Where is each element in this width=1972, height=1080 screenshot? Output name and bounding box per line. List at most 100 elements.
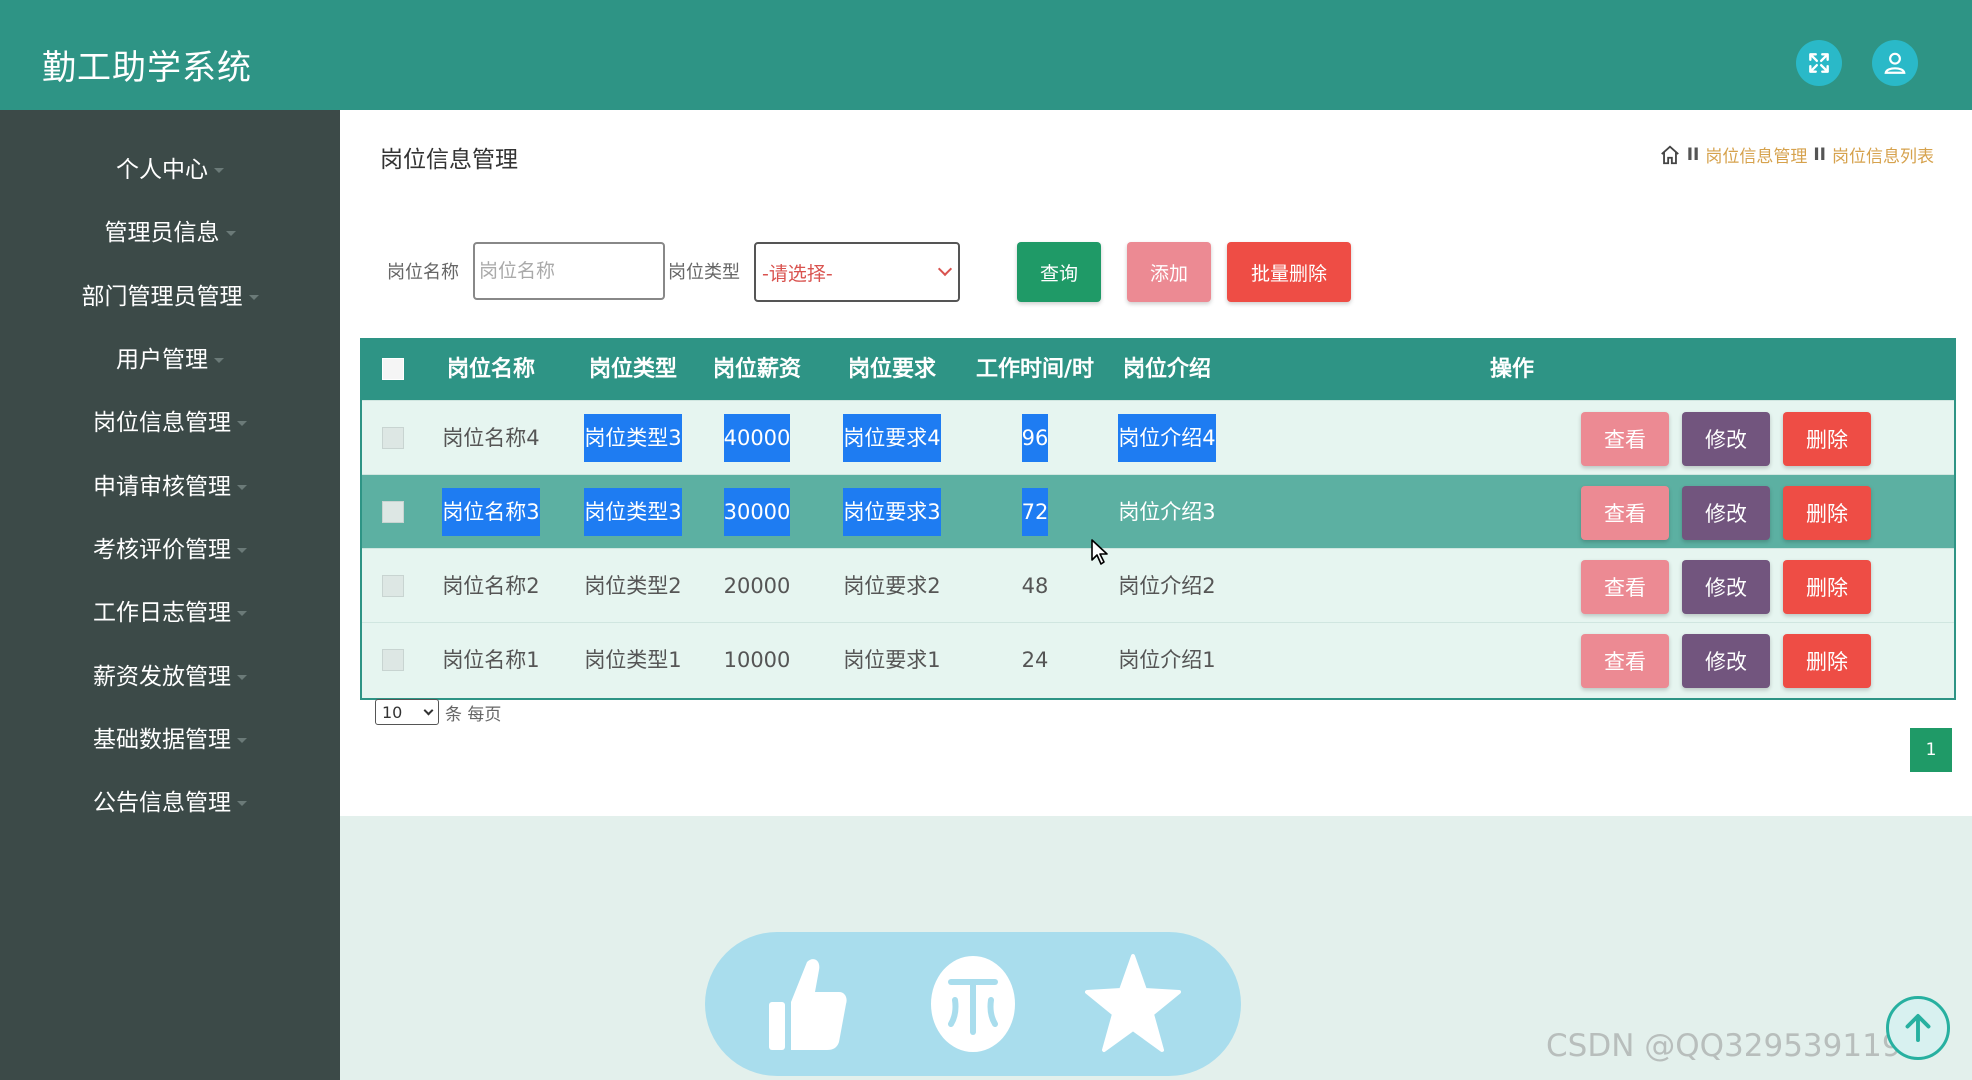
table-row[interactable]: 岗位名称2 岗位类型2 20000 岗位要求2 48 岗位介绍2 查看 修改 删…	[362, 548, 1954, 622]
edit-button[interactable]: 修改	[1682, 560, 1770, 614]
cell-intro: 岗位介绍2	[1118, 574, 1216, 598]
sidebar: 个人中心 管理员信息 部门管理员管理 用户管理 岗位信息管理 申请审核管理 考核…	[0, 110, 340, 1080]
sidebar-item-announcements[interactable]: 公告信息管理	[0, 783, 340, 823]
select-all-checkbox[interactable]	[382, 358, 404, 380]
user-icon[interactable]	[1872, 40, 1918, 86]
sidebar-item-dept-admin[interactable]: 部门管理员管理	[0, 277, 340, 317]
cell-requirement: 岗位要求4	[843, 414, 941, 462]
header-type[interactable]: 岗位类型	[574, 340, 692, 400]
edit-button[interactable]: 修改	[1682, 486, 1770, 540]
cell-salary: 40000	[723, 414, 791, 462]
floating-action-bar	[705, 932, 1241, 1076]
cell-salary: 10000	[723, 648, 791, 672]
cell-requirement: 岗位要求3	[843, 488, 941, 536]
type-label: 岗位类型	[668, 262, 740, 283]
cell-requirement: 岗位要求2	[843, 574, 941, 598]
caret-down-icon	[237, 611, 247, 616]
cell-intro: 岗位介绍1	[1118, 648, 1216, 672]
cell-name: 岗位名称2	[442, 574, 540, 598]
caret-down-icon	[214, 358, 224, 363]
header-actions: 操作	[1489, 357, 1534, 382]
table-row[interactable]: 岗位名称3 岗位类型3 30000 岗位要求3 72 岗位介绍3 查看 修改 删…	[362, 474, 1954, 548]
star-icon[interactable]	[1085, 952, 1181, 1056]
breadcrumb-level2[interactable]: 岗位信息列表	[1832, 142, 1934, 167]
cell-intro: 岗位介绍3	[1118, 500, 1216, 524]
cell-hours: 48	[1021, 574, 1049, 598]
delete-button[interactable]: 删除	[1783, 486, 1871, 540]
cell-intro: 岗位介绍4	[1118, 414, 1216, 462]
view-button[interactable]: 查看	[1581, 486, 1669, 540]
sidebar-item-admin-info[interactable]: 管理员信息	[0, 213, 340, 253]
sidebar-item-salaries[interactable]: 薪资发放管理	[0, 657, 340, 697]
cell-requirement: 岗位要求1	[843, 648, 941, 672]
caret-down-icon	[237, 801, 247, 806]
table-row[interactable]: 岗位名称1 岗位类型1 10000 岗位要求1 24 岗位介绍1 查看 修改 删…	[362, 622, 1954, 696]
caret-down-icon	[237, 675, 247, 680]
watermark: CSDN @QQ3295391197	[1546, 1028, 1922, 1064]
cell-name: 岗位名称3	[442, 488, 540, 536]
caret-down-icon	[237, 738, 247, 743]
edit-button[interactable]: 修改	[1682, 634, 1770, 688]
scroll-top-icon[interactable]	[1886, 996, 1950, 1060]
caret-down-icon	[237, 548, 247, 553]
page-title: 岗位信息管理	[380, 147, 518, 173]
cell-hours: 96	[1021, 414, 1049, 462]
chevron-down-icon	[937, 261, 953, 277]
header-requirement[interactable]: 岗位要求	[832, 340, 952, 400]
header-salary[interactable]: 岗位薪资	[707, 340, 807, 400]
add-button[interactable]: 添加	[1127, 242, 1211, 302]
header-hours[interactable]: 工作时间/时	[970, 340, 1100, 400]
top-bar: 勤工助学系统	[0, 0, 1972, 110]
breadcrumb: II 岗位信息管理 II 岗位信息列表	[1659, 142, 1934, 167]
thumbs-up-icon[interactable]	[759, 952, 855, 1056]
page-size-control: 10 条 每页	[375, 699, 501, 725]
breadcrumb-level1[interactable]: 岗位信息管理	[1705, 142, 1807, 167]
mouse-cursor-icon	[1090, 538, 1110, 570]
view-button[interactable]: 查看	[1581, 412, 1669, 466]
cell-hours: 24	[1021, 648, 1049, 672]
cell-type: 岗位类型3	[584, 488, 682, 536]
sidebar-item-work-logs[interactable]: 工作日志管理	[0, 593, 340, 633]
cell-hours: 72	[1021, 488, 1049, 536]
delete-button[interactable]: 删除	[1783, 560, 1871, 614]
cell-salary: 30000	[723, 488, 791, 536]
sidebar-item-users[interactable]: 用户管理	[0, 340, 340, 380]
coin-icon[interactable]	[925, 952, 1021, 1056]
delete-button[interactable]: 删除	[1783, 412, 1871, 466]
caret-down-icon	[248, 295, 259, 300]
sidebar-item-applications[interactable]: 申请审核管理	[0, 467, 340, 507]
caret-down-icon	[237, 421, 247, 426]
header-intro[interactable]: 岗位介绍	[1102, 340, 1232, 400]
cell-type: 岗位类型1	[584, 648, 682, 672]
home-icon[interactable]	[1659, 144, 1681, 166]
main-panel: 岗位信息管理 II 岗位信息管理 II 岗位信息列表 岗位名称 岗位类型 -请选…	[340, 110, 1972, 816]
edit-button[interactable]: 修改	[1682, 412, 1770, 466]
sidebar-item-personal-center[interactable]: 个人中心	[0, 150, 340, 190]
table-row[interactable]: 岗位名称4 岗位类型3 40000 岗位要求4 96 岗位介绍4 查看 修改 删…	[362, 400, 1954, 474]
position-type-select[interactable]: -请选择-	[754, 242, 960, 302]
row-checkbox[interactable]	[382, 575, 404, 597]
header-name[interactable]: 岗位名称	[432, 340, 550, 400]
fullscreen-icon[interactable]	[1796, 40, 1842, 86]
view-button[interactable]: 查看	[1581, 634, 1669, 688]
page-number-button[interactable]: 1	[1910, 728, 1952, 772]
table-header: 岗位名称 岗位类型 岗位薪资 岗位要求 工作时间/时 岗位介绍 操作	[362, 340, 1954, 400]
sidebar-item-evaluations[interactable]: 考核评价管理	[0, 530, 340, 570]
row-checkbox[interactable]	[382, 427, 404, 449]
row-checkbox[interactable]	[382, 501, 404, 523]
sidebar-item-base-data[interactable]: 基础数据管理	[0, 720, 340, 760]
delete-button[interactable]: 删除	[1783, 634, 1871, 688]
view-button[interactable]: 查看	[1581, 560, 1669, 614]
name-label: 岗位名称	[387, 262, 459, 283]
row-checkbox[interactable]	[382, 649, 404, 671]
batch-delete-button[interactable]: 批量删除	[1227, 242, 1351, 302]
page-size-select[interactable]: 10	[375, 699, 439, 725]
caret-down-icon	[237, 485, 247, 490]
cell-name: 岗位名称1	[442, 648, 540, 672]
cell-type: 岗位类型3	[584, 414, 682, 462]
position-name-input[interactable]	[473, 242, 665, 300]
sidebar-item-positions[interactable]: 岗位信息管理	[0, 403, 340, 443]
cell-name: 岗位名称4	[442, 426, 540, 450]
query-button[interactable]: 查询	[1017, 242, 1101, 302]
per-page-text: 条 每页	[445, 704, 502, 725]
